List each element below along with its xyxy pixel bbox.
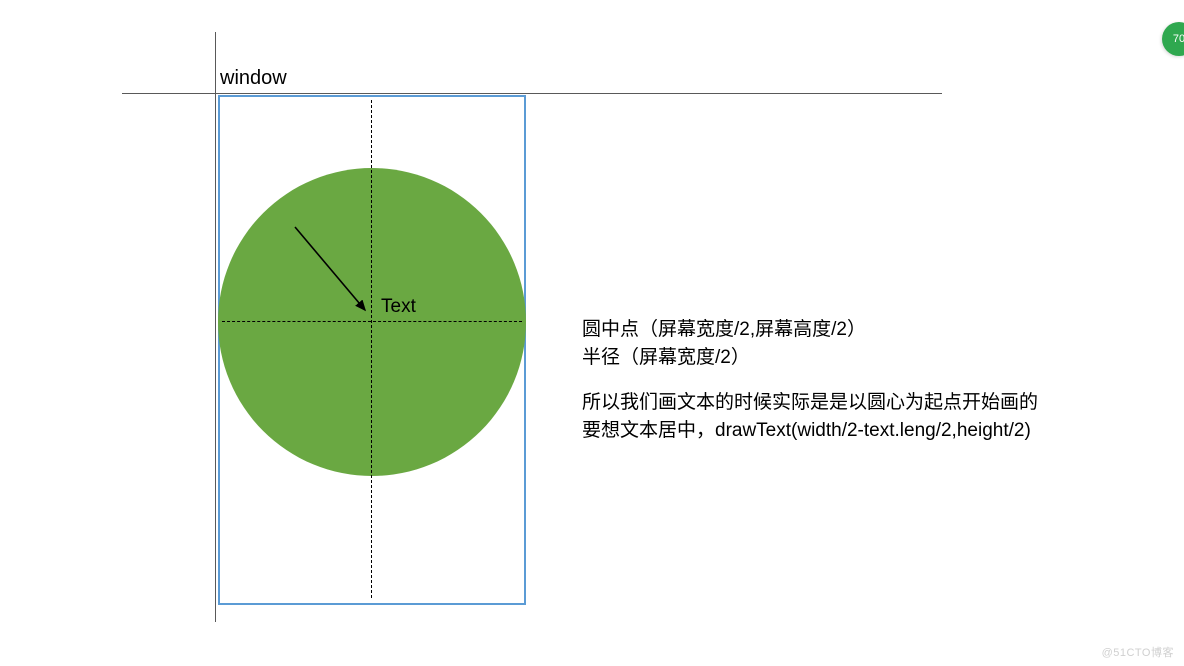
window-label: window [220, 67, 287, 90]
page-badge: 70 [1162, 22, 1184, 56]
badge-text: 70 [1173, 33, 1184, 45]
diagram-canvas: window Text 圆中点（屏幕宽度/2,屏幕高度/2） 半径（屏幕宽度/2… [0, 0, 1184, 666]
center-text-label: Text [381, 296, 416, 318]
arrow-to-center-icon [280, 215, 390, 325]
explanation-text: 圆中点（屏幕宽度/2,屏幕高度/2） 半径（屏幕宽度/2） 所以我们画文本的时候… [582, 316, 1152, 444]
y-axis-line [215, 32, 216, 622]
watermark-text: @51CTO博客 [1102, 644, 1174, 660]
explain-line-1: 圆中点（屏幕宽度/2,屏幕高度/2） [582, 316, 1152, 344]
x-axis-line [122, 93, 942, 94]
explain-line-2: 半径（屏幕宽度/2） [582, 344, 1152, 372]
explain-line-4: 要想文本居中，drawText(width/2-text.leng/2,heig… [582, 417, 1152, 445]
explain-line-3: 所以我们画文本的时候实际是是以圆心为起点开始画的 [582, 389, 1152, 417]
center-vertical-dashed [371, 100, 372, 598]
